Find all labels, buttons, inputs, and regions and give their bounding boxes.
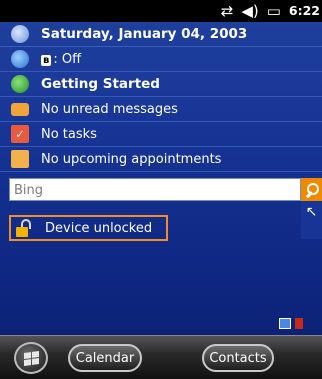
getting-started-row[interactable]: Getting Started (0, 72, 322, 97)
date-label: Saturday, January 04, 2003 (41, 26, 248, 42)
envelope-icon (11, 102, 29, 116)
bluetooth-icon: ʙ (41, 54, 52, 66)
tasks-label: No tasks (41, 126, 97, 142)
getting-started-label: Getting Started (41, 76, 160, 92)
wireless-icon (11, 50, 29, 68)
softkey-bar: Calendar Contacts (0, 335, 322, 379)
messages-label: No unread messages (41, 101, 178, 117)
battery-icon[interactable]: ▭ (267, 0, 281, 22)
clock-icon (11, 25, 29, 43)
appointments-row[interactable]: No upcoming appointments (0, 147, 322, 172)
connectivity-icon[interactable] (279, 318, 291, 329)
contacts-softkey[interactable]: Contacts (202, 344, 274, 372)
lock-status-label: Device unlocked (45, 220, 153, 236)
appointments-label: No upcoming appointments (41, 151, 222, 167)
search-input[interactable]: Bing (9, 178, 301, 201)
task-icon: ✓ (11, 125, 29, 143)
calendar-softkey[interactable]: Calendar (68, 344, 142, 372)
wireless-status: ʙ: Off (41, 51, 82, 67)
search-placeholder: Bing (14, 183, 44, 198)
date-row[interactable]: Saturday, January 04, 2003 (0, 22, 322, 47)
data-transfer-icon[interactable]: ⇄ (221, 0, 234, 22)
windows-logo-icon (23, 350, 39, 366)
tasks-row[interactable]: ✓ No tasks (0, 122, 322, 147)
device-lock-row[interactable]: Device unlocked (9, 215, 168, 241)
clock-time[interactable]: 6:22 (289, 0, 320, 22)
getting-started-icon (11, 75, 29, 93)
cursor-arrow-icon: ↖ (305, 204, 318, 220)
calendar-icon (11, 150, 29, 168)
notification-icon[interactable] (295, 318, 303, 329)
volume-icon[interactable]: ◀) (241, 0, 258, 22)
status-bar: ⇄ ◀) ▭ 6:22 (0, 0, 322, 22)
unlocked-padlock-icon (13, 218, 33, 238)
search-button[interactable] (301, 178, 322, 201)
messages-row[interactable]: No unread messages (0, 97, 322, 122)
pointer-panel: ↖ (301, 201, 322, 239)
system-tray (279, 318, 303, 329)
start-button[interactable] (14, 342, 48, 374)
wireless-row[interactable]: ʙ: Off (0, 47, 322, 72)
